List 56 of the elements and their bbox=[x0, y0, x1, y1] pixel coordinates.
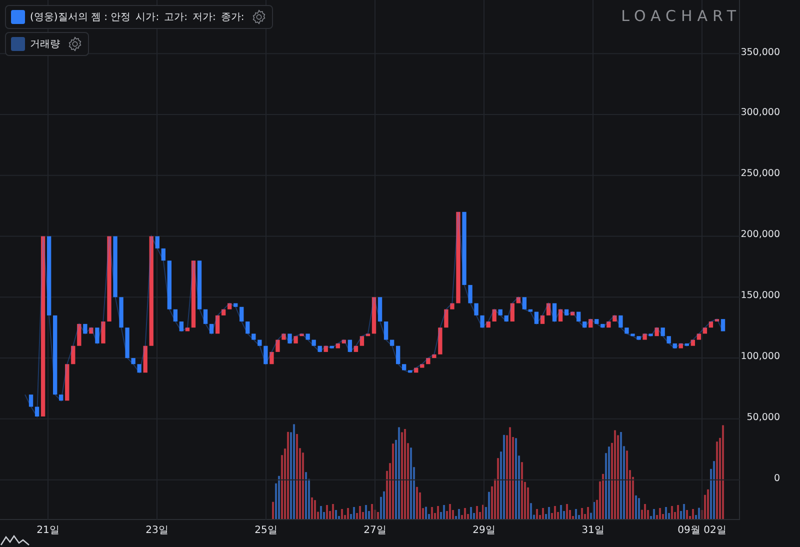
candlestick bbox=[246, 322, 250, 334]
y-axis-label: 0 bbox=[774, 472, 780, 484]
settings-icon[interactable] bbox=[251, 9, 268, 25]
x-axis-label: 21일 bbox=[36, 524, 60, 537]
candlestick bbox=[143, 346, 148, 373]
candlestick bbox=[468, 284, 472, 304]
candlestick bbox=[89, 328, 94, 334]
mountain-logo-icon bbox=[0, 532, 30, 546]
candlestick bbox=[486, 322, 490, 328]
y-axis-label: 300,000 bbox=[740, 107, 780, 118]
ohlc-label: 종가: bbox=[220, 11, 244, 24]
x-axis-label: 27일 bbox=[364, 524, 386, 537]
candlestick bbox=[101, 322, 106, 344]
series-label: (영웅)질서의 젬 : 안정 bbox=[30, 11, 131, 24]
candlestick bbox=[119, 297, 124, 328]
candlestick bbox=[480, 315, 484, 328]
settings-icon[interactable] bbox=[67, 36, 83, 52]
candlestick bbox=[516, 297, 520, 304]
y-axis-label: 200,000 bbox=[740, 229, 780, 240]
candlestick bbox=[83, 324, 88, 334]
y-axis-label: 350,000 bbox=[740, 46, 780, 58]
ohlc-label: 저가: bbox=[192, 11, 216, 24]
candlestick bbox=[270, 352, 274, 364]
candlestick bbox=[113, 236, 118, 298]
candlestick bbox=[474, 303, 478, 316]
candlestick bbox=[240, 306, 244, 322]
x-axis-label: 25일 bbox=[254, 524, 278, 537]
y-axis-label: 150,000 bbox=[740, 290, 780, 302]
candlestick bbox=[492, 309, 496, 322]
ohlc-label: 시가: bbox=[136, 11, 160, 24]
x-axis-label: 31일 bbox=[582, 524, 604, 537]
candlestick bbox=[71, 346, 76, 364]
candlestick bbox=[59, 394, 64, 401]
x-axis-label: 23일 bbox=[146, 524, 168, 537]
y-axis-label: 50,000 bbox=[746, 412, 780, 423]
ohlc-label: 고가: bbox=[164, 11, 188, 24]
candlestick bbox=[125, 328, 130, 358]
x-axis-label: 09월 02일 bbox=[678, 524, 726, 537]
y-axis-label: 100,000 bbox=[740, 351, 780, 362]
candlestick bbox=[510, 303, 514, 322]
candlestick bbox=[161, 248, 166, 261]
x-axis-label: 29일 bbox=[472, 524, 496, 537]
candlestick bbox=[264, 346, 268, 364]
candlestick bbox=[167, 260, 172, 310]
candlestick bbox=[438, 328, 442, 354]
candlestick bbox=[618, 315, 623, 328]
watermark-logo: LOACHART bbox=[621, 7, 741, 25]
candlestick bbox=[95, 328, 100, 344]
candlestick bbox=[444, 309, 448, 328]
candlestick bbox=[276, 340, 280, 352]
candlestick bbox=[155, 236, 160, 248]
candlestick bbox=[65, 364, 70, 401]
series-label: 거래량 bbox=[30, 38, 60, 51]
candlestick bbox=[77, 324, 82, 346]
y-axis-label: 250,000 bbox=[740, 168, 780, 180]
candlestick bbox=[450, 303, 454, 310]
